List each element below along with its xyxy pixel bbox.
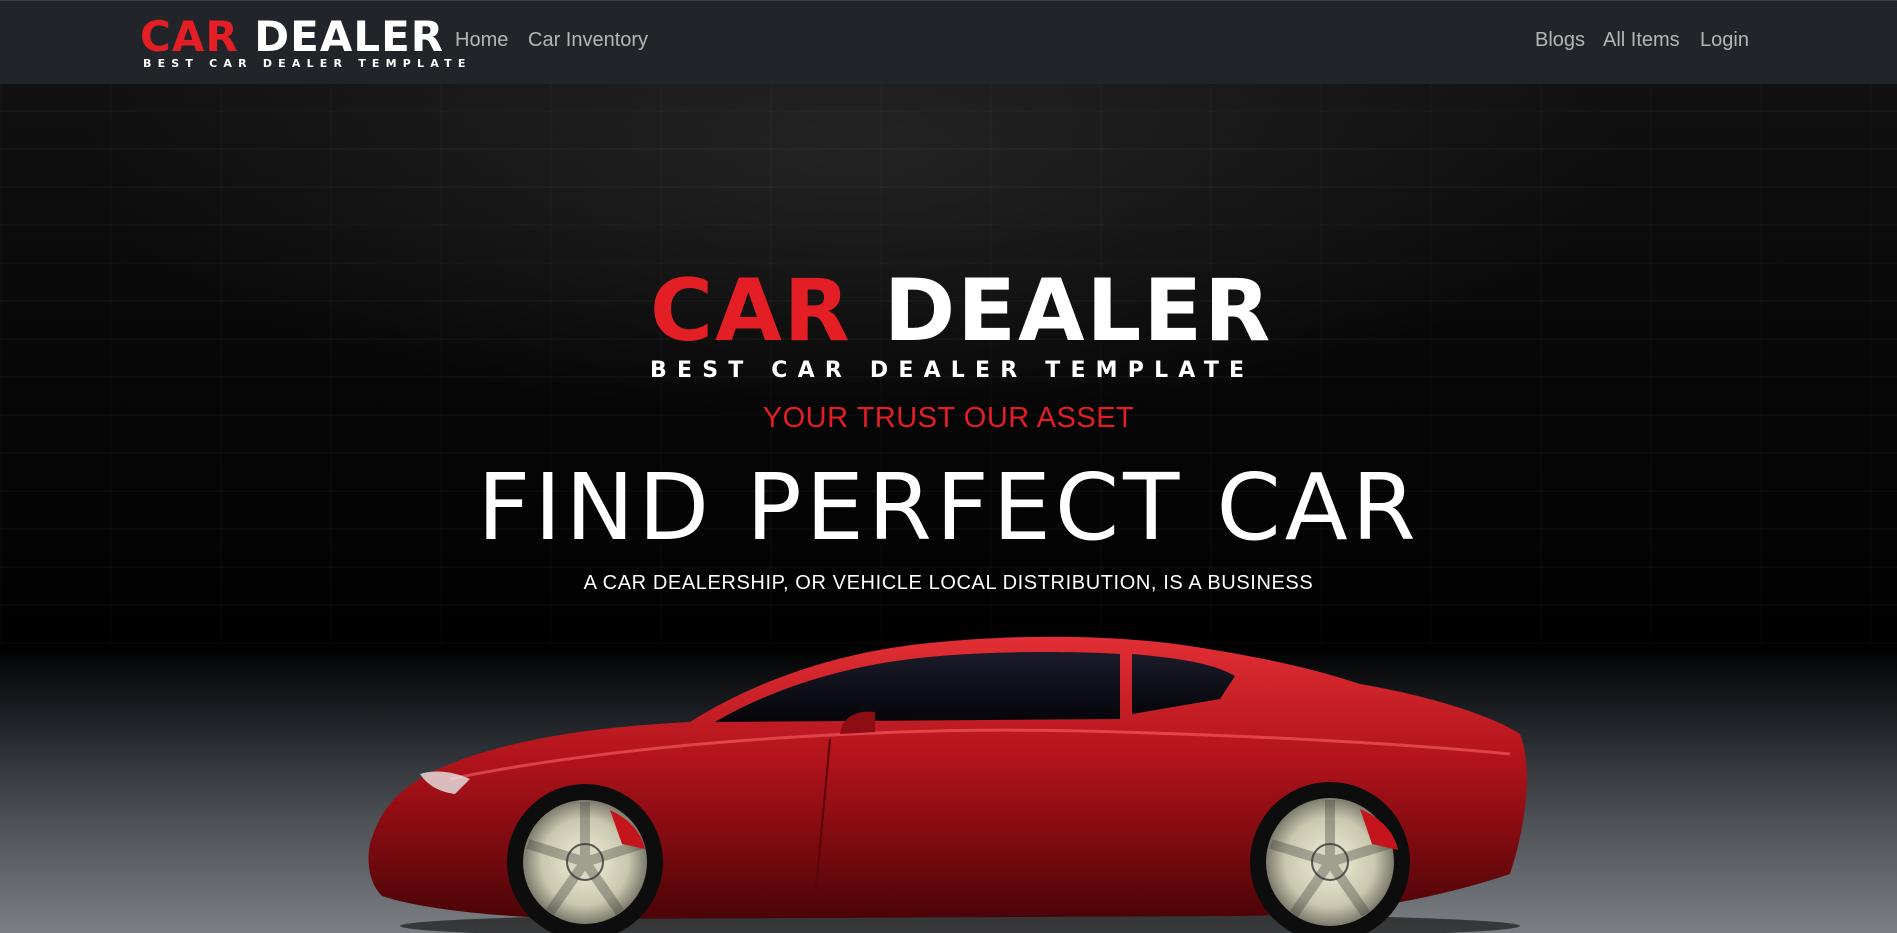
hero-headline: FIND PERFECT CAR	[477, 454, 1420, 561]
hero-tagline: YOUR TRUST OUR ASSET	[762, 402, 1135, 434]
brand-logo[interactable]: CAR DEALER BEST CAR DEALER TEMPLATE	[140, 15, 465, 71]
hero-logo: CAR DEALER BEST CAR DEALER TEMPLATE	[650, 266, 1270, 383]
nav-link-login[interactable]: Login	[1700, 29, 1749, 52]
nav-link-car-inventory[interactable]: Car Inventory	[528, 29, 648, 52]
hero-subline: A CAR DEALERSHIP, OR VEHICLE LOCAL DISTR…	[583, 572, 1314, 594]
brand-logo-wordmark: CAR DEALER	[140, 15, 444, 59]
hero-logo-subtitle: BEST CAR DEALER TEMPLATE	[650, 358, 1255, 383]
brand-subtitle: BEST CAR DEALER TEMPLATE	[143, 57, 472, 70]
hero-logo-wordmark: CAR DEALER	[650, 266, 1270, 356]
hero-logo-word-dealer: DEALER	[883, 261, 1273, 361]
brand-word-car: CAR	[140, 12, 239, 61]
nav-link-all-items[interactable]: All Items	[1603, 29, 1680, 52]
nav-link-blogs[interactable]: Blogs	[1535, 29, 1585, 52]
brand-word-dealer: DEALER	[254, 12, 445, 61]
top-navbar: CAR DEALER BEST CAR DEALER TEMPLATE Home…	[0, 0, 1897, 84]
hero-banner: CAR DEALER BEST CAR DEALER TEMPLATE YOUR…	[0, 84, 1897, 933]
nav-link-home[interactable]: Home	[455, 29, 508, 52]
hero-logo-word-car: CAR	[650, 261, 852, 361]
hero-car-image	[368, 636, 1527, 933]
